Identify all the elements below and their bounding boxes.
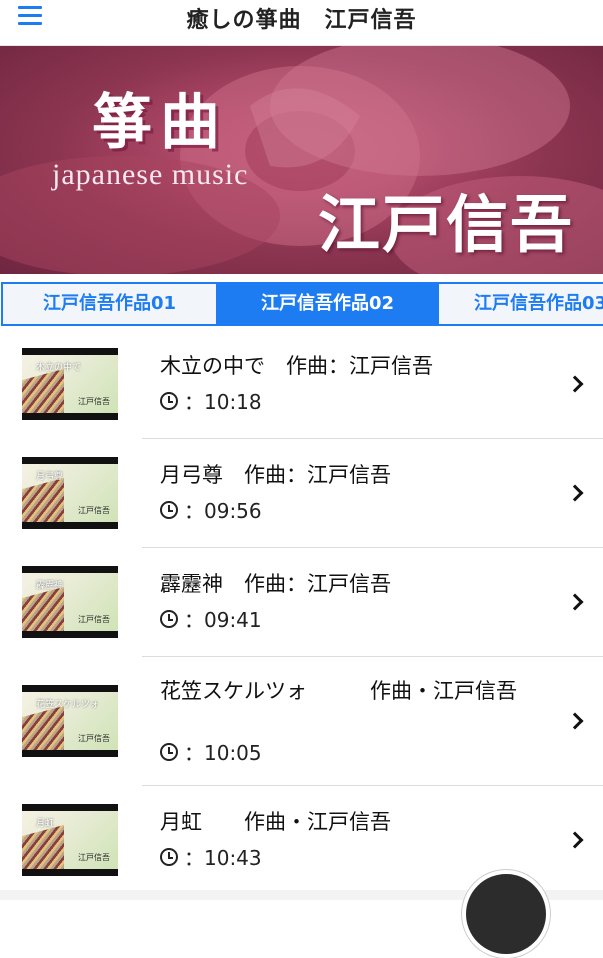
thumbnail-artist: 江戸信吾 [78,506,110,515]
floating-play-button[interactable] [462,870,550,958]
track-duration: ：10:18 [160,386,262,415]
koto-strings-decoration [22,824,64,869]
thumbnail-title: 木立の中で [36,363,82,373]
track-thumbnail: 花笠スケルツォ 江戸信吾 [22,685,118,757]
clock-icon [160,742,178,761]
thumbnail-artist: 江戸信吾 [78,734,110,743]
duration-text: ：10:05 [184,741,262,765]
thumbnail-title: 月虹 [36,819,55,829]
chevron-right-icon [566,712,584,730]
list-item[interactable]: 霹靂神 江戸信吾 霹靂神 作曲：江戸信吾 ：09:41 [0,548,603,657]
clock-icon [160,391,178,410]
track-title: 花笠スケルツォ 作曲・江戸信吾 [160,679,517,703]
track-duration: ：10:43 [160,842,262,871]
app-title: 癒しの箏曲 江戸信吾 [186,8,417,33]
clock-icon [160,847,178,866]
track-thumbnail: 月弓尊 江戸信吾 [22,457,118,529]
list-item[interactable]: 木立の中で 江戸信吾 木立の中で 作曲：江戸信吾 ：10:18 [0,330,603,439]
list-item[interactable]: 花笠スケルツォ 江戸信吾 花笠スケルツォ 作曲・江戸信吾 ：10:05 [0,657,603,786]
top-bar: 癒しの箏曲 江戸信吾 [0,0,603,46]
chevron-right-icon [566,375,584,393]
koto-strings-decoration [22,586,64,631]
track-thumbnail: 木立の中で 江戸信吾 [22,348,118,420]
koto-strings-decoration [22,705,64,750]
chevron-right-icon [566,831,584,849]
tab-bar: 江戸信吾作品01 江戸信吾作品02 江戸信吾作品03 [0,282,603,328]
tab-works-01[interactable]: 江戸信吾作品01 [1,282,218,326]
duration-text: ：09:41 [184,608,262,632]
duration-text: ：10:18 [184,390,262,414]
koto-strings-decoration [22,368,64,413]
duration-text: ：10:43 [184,846,262,870]
track-title: 木立の中で 作曲：江戸信吾 [160,354,433,378]
thumbnail-title: 花笠スケルツォ [36,700,100,710]
track-duration: ：10:05 [160,737,262,766]
track-duration: ：09:56 [160,495,262,524]
banner-subtitle: japanese music [52,158,249,191]
thumbnail-title: 霹靂神 [36,581,64,591]
track-title: 霹靂神 作曲：江戸信吾 [160,572,391,596]
track-title: 月虹 作曲・江戸信吾 [160,810,391,834]
track-title: 月弓尊 作曲：江戸信吾 [160,463,391,487]
track-list: 木立の中で 江戸信吾 木立の中で 作曲：江戸信吾 ：10:18 月弓尊 江戸信吾… [0,330,603,895]
track-duration: ：09:41 [160,604,262,633]
list-item[interactable]: 月弓尊 江戸信吾 月弓尊 作曲：江戸信吾 ：09:56 [0,439,603,548]
chevron-right-icon [566,593,584,611]
thumbnail-title: 月弓尊 [36,472,64,482]
track-thumbnail: 月虹 江戸信吾 [22,804,118,876]
tab-works-03[interactable]: 江戸信吾作品03 [437,282,603,326]
thumbnail-artist: 江戸信吾 [78,615,110,624]
koto-strings-decoration [22,477,64,522]
banner-kanji-logo: 箏曲 [92,88,228,158]
banner-artist-name: 江戸信吾 [318,188,575,261]
thumbnail-artist: 江戸信吾 [78,397,110,406]
track-thumbnail: 霹靂神 江戸信吾 [22,566,118,638]
tab-works-02[interactable]: 江戸信吾作品02 [218,282,437,326]
chevron-right-icon [566,484,584,502]
banner-image: 箏曲 japanese music 江戸信吾 [0,46,603,274]
duration-text: ：09:56 [184,499,262,523]
thumbnail-artist: 江戸信吾 [78,853,110,862]
clock-icon [160,500,178,519]
clock-icon [160,609,178,628]
